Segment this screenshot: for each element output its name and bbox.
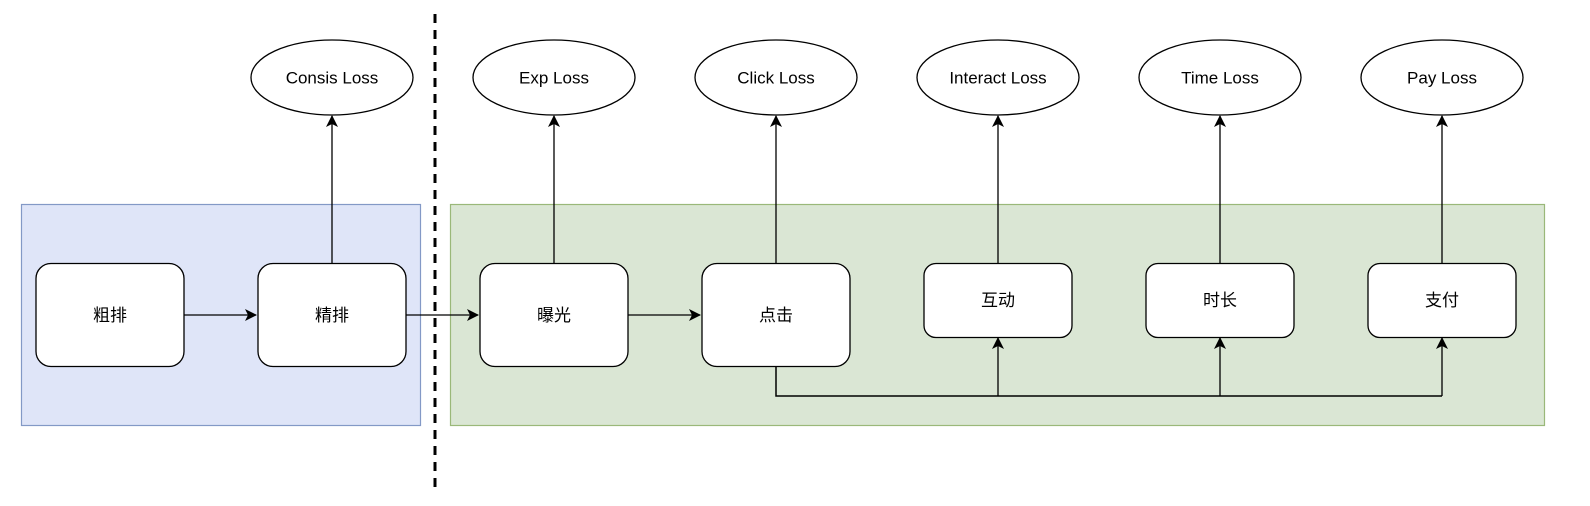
node-exposure-label: 曝光 (537, 306, 571, 325)
loss-interact-label: Interact Loss (949, 69, 1046, 88)
loss-time[interactable]: Time Loss (1138, 39, 1302, 116)
diagram-canvas: 粗排 精排 曝光 点击 互动 时长 支付 Consis Loss Exp Los… (20, 14, 1546, 490)
loss-pay[interactable]: Pay Loss (1360, 39, 1524, 116)
loss-pay-label: Pay Loss (1407, 69, 1477, 88)
loss-consis[interactable]: Consis Loss (250, 39, 414, 116)
node-coarse-rank-label: 粗排 (93, 306, 127, 325)
loss-interact[interactable]: Interact Loss (916, 39, 1080, 116)
loss-time-label: Time Loss (1181, 69, 1259, 88)
node-click[interactable]: 点击 (701, 262, 851, 368)
node-duration[interactable]: 时长 (1145, 262, 1295, 339)
node-interact-label: 互动 (981, 291, 1015, 310)
node-exposure[interactable]: 曝光 (479, 262, 629, 368)
node-pay-label: 支付 (1425, 291, 1459, 310)
loss-exp[interactable]: Exp Loss (472, 39, 636, 116)
node-coarse-rank[interactable]: 粗排 (35, 262, 185, 368)
loss-click[interactable]: Click Loss (694, 39, 858, 116)
loss-exp-label: Exp Loss (519, 69, 589, 88)
node-fine-rank[interactable]: 精排 (257, 262, 407, 368)
node-fine-rank-label: 精排 (315, 306, 349, 325)
loss-consis-label: Consis Loss (286, 69, 379, 88)
node-duration-label: 时长 (1203, 291, 1237, 310)
loss-click-label: Click Loss (737, 69, 814, 88)
node-click-label: 点击 (759, 306, 793, 325)
node-interact[interactable]: 互动 (923, 262, 1073, 339)
node-pay[interactable]: 支付 (1367, 262, 1517, 339)
